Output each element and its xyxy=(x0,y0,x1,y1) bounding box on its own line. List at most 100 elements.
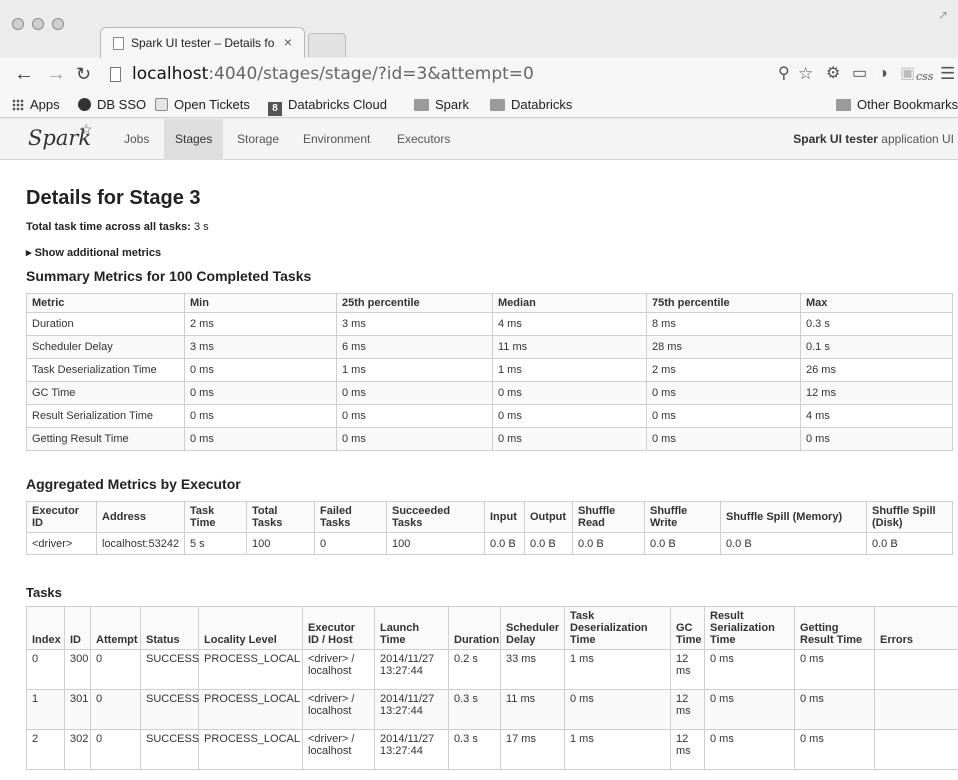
table-cell: <driver> / localhost xyxy=(302,689,375,730)
contrast-icon[interactable]: ◑ xyxy=(878,65,888,83)
title-bar: Spark UI tester – Details fo × ↗ xyxy=(0,0,958,58)
column-header[interactable]: Min xyxy=(184,293,337,313)
column-header[interactable]: Task Deserialization Time xyxy=(564,606,671,650)
zoom-magnifier-icon[interactable]: ⚲ xyxy=(778,65,790,83)
column-header[interactable]: Task Time xyxy=(184,501,247,533)
table-cell: 0.0 B xyxy=(720,532,867,555)
table-cell: 100 xyxy=(386,532,485,555)
tab-title: Spark UI tester – Details fo xyxy=(131,36,275,50)
table-cell: PROCESS_LOCAL xyxy=(198,729,303,770)
column-header[interactable]: Total Tasks xyxy=(246,501,315,533)
column-header[interactable]: Output xyxy=(524,501,573,533)
cast-icon[interactable]: ▭ xyxy=(852,65,867,83)
fullscreen-icon[interactable]: ↗ xyxy=(938,8,948,22)
column-header[interactable]: Succeeded Tasks xyxy=(386,501,485,533)
table-cell: 0.0 B xyxy=(484,532,525,555)
column-header[interactable]: Shuffle Spill (Disk) xyxy=(866,501,953,533)
table-cell: 0.3 s xyxy=(448,689,501,730)
bookmark-open-tickets[interactable]: Open Tickets xyxy=(155,97,250,113)
close-window-button[interactable] xyxy=(12,18,24,30)
column-header[interactable]: Max xyxy=(800,293,953,313)
column-header[interactable]: Address xyxy=(96,501,185,533)
column-header[interactable]: Index xyxy=(26,606,65,650)
column-header[interactable]: Input xyxy=(484,501,525,533)
column-header[interactable]: Scheduler Delay xyxy=(500,606,565,650)
new-tab-button[interactable] xyxy=(308,33,346,57)
browser-tab[interactable]: Spark UI tester – Details fo × xyxy=(100,27,305,58)
column-header[interactable]: Launch Time xyxy=(374,606,449,650)
table-cell: 2014/11/27 13:27:44 xyxy=(374,729,449,770)
page-icon xyxy=(113,37,124,50)
column-header[interactable]: Executor ID xyxy=(26,501,97,533)
table-cell: 0.1 s xyxy=(800,335,953,359)
bookmark-db-sso[interactable]: DB SSO xyxy=(78,97,146,113)
column-header[interactable]: Shuffle Read xyxy=(572,501,645,533)
table-cell: 12 ms xyxy=(670,649,705,690)
table-cell: Result Serialization Time xyxy=(26,404,185,428)
extension-square-icon[interactable]: ▣ xyxy=(900,65,915,83)
column-header[interactable]: Locality Level xyxy=(198,606,303,650)
table-cell: 0 ms xyxy=(646,381,801,405)
zoom-window-button[interactable] xyxy=(52,18,64,30)
table-cell: 2 ms xyxy=(184,312,337,336)
table-cell: 11 ms xyxy=(500,689,565,730)
column-header[interactable]: Executor ID / Host xyxy=(302,606,375,650)
address-bar[interactable]: localhost:4040/stages/stage/?id=3&attemp… xyxy=(102,62,534,88)
folder-icon xyxy=(490,99,505,111)
minimize-window-button[interactable] xyxy=(32,18,44,30)
table-cell: SUCCESS xyxy=(140,689,199,730)
table-cell: 0 ms xyxy=(646,404,801,428)
url-text[interactable]: localhost:4040/stages/stage/?id=3&attemp… xyxy=(132,64,534,84)
column-header[interactable]: Shuffle Write xyxy=(644,501,721,533)
bookmark-apps[interactable]: Apps xyxy=(12,97,60,113)
column-header[interactable]: Result Serialization Time xyxy=(704,606,795,650)
column-header[interactable]: Status xyxy=(140,606,199,650)
table-header-row: Executor ID Address Task Time Total Tasks Fa… xyxy=(26,501,953,533)
forward-arrow-icon[interactable]: → xyxy=(46,63,66,85)
bookmark-databricks-cloud[interactable]: 8 Databricks Cloud xyxy=(268,97,387,116)
table-cell: 0.0 B xyxy=(866,532,953,555)
column-header[interactable]: Errors xyxy=(874,606,958,650)
nav-tab-stages[interactable]: Stages xyxy=(164,119,224,160)
column-header[interactable]: Getting Result Time xyxy=(794,606,875,650)
table-cell: Task Deserialization Time xyxy=(26,358,185,382)
bookmark-star-icon[interactable]: ☆ xyxy=(798,65,813,83)
show-additional-metrics-toggle[interactable]: ▸ Show additional metrics xyxy=(26,246,161,259)
browser-chrome: Spark UI tester – Details fo × ↗ ← → ↻ l… xyxy=(0,0,958,120)
column-header[interactable]: Attempt xyxy=(90,606,141,650)
table-cell: 1 ms xyxy=(564,729,671,770)
back-arrow-icon[interactable]: ← xyxy=(14,63,34,85)
table-row: 1 301 0 SUCCESS PROCESS_LOCAL <driver> / loca… xyxy=(26,689,958,730)
table-row: <driver> localhost:53242 5 s 100 0 100 0.0 B 0.… xyxy=(26,532,953,555)
table-cell: 0 ms xyxy=(794,729,875,770)
extension-icon[interactable]: ⚙ xyxy=(826,65,840,83)
table-cell: 0.3 s xyxy=(800,312,953,336)
bookmark-other-bookmarks[interactable]: Other Bookmarks xyxy=(836,97,958,113)
nav-tab-environment[interactable]: Environment xyxy=(292,119,381,160)
column-header[interactable]: Median xyxy=(492,293,647,313)
bookmark-folder-databricks[interactable]: Databricks xyxy=(490,97,572,113)
table-cell: 0.3 s xyxy=(448,729,501,770)
open-tickets-icon xyxy=(155,98,168,111)
column-header[interactable]: Duration xyxy=(448,606,501,650)
column-header[interactable]: 25th percentile xyxy=(336,293,493,313)
column-header[interactable]: ID xyxy=(64,606,91,650)
column-header[interactable]: GC Time xyxy=(670,606,705,650)
column-header[interactable]: Metric xyxy=(26,293,185,313)
menu-hamburger-icon[interactable]: ☰ xyxy=(940,65,955,83)
table-cell: 28 ms xyxy=(646,335,801,359)
nav-tab-executors[interactable]: Executors xyxy=(386,119,461,160)
bookmark-folder-spark[interactable]: Spark xyxy=(414,97,469,113)
column-header[interactable]: Shuffle Spill (Memory) xyxy=(720,501,867,533)
nav-tab-storage[interactable]: Storage xyxy=(226,119,290,160)
reload-icon[interactable]: ↻ xyxy=(76,63,91,85)
table-cell: <driver> / localhost xyxy=(302,649,375,690)
table-row: 2 302 0 SUCCESS PROCESS_LOCAL <driver> / loca… xyxy=(26,729,958,770)
table-header-row: Index ID Attempt Status Locality Level Execut… xyxy=(26,606,958,650)
close-tab-icon[interactable]: × xyxy=(284,34,292,50)
column-header[interactable]: Failed Tasks xyxy=(314,501,387,533)
column-header[interactable]: 75th percentile xyxy=(646,293,801,313)
css-extension-icon[interactable]: css xyxy=(916,68,933,86)
nav-tab-jobs[interactable]: Jobs xyxy=(113,119,160,160)
table-cell: 4 ms xyxy=(800,404,953,428)
